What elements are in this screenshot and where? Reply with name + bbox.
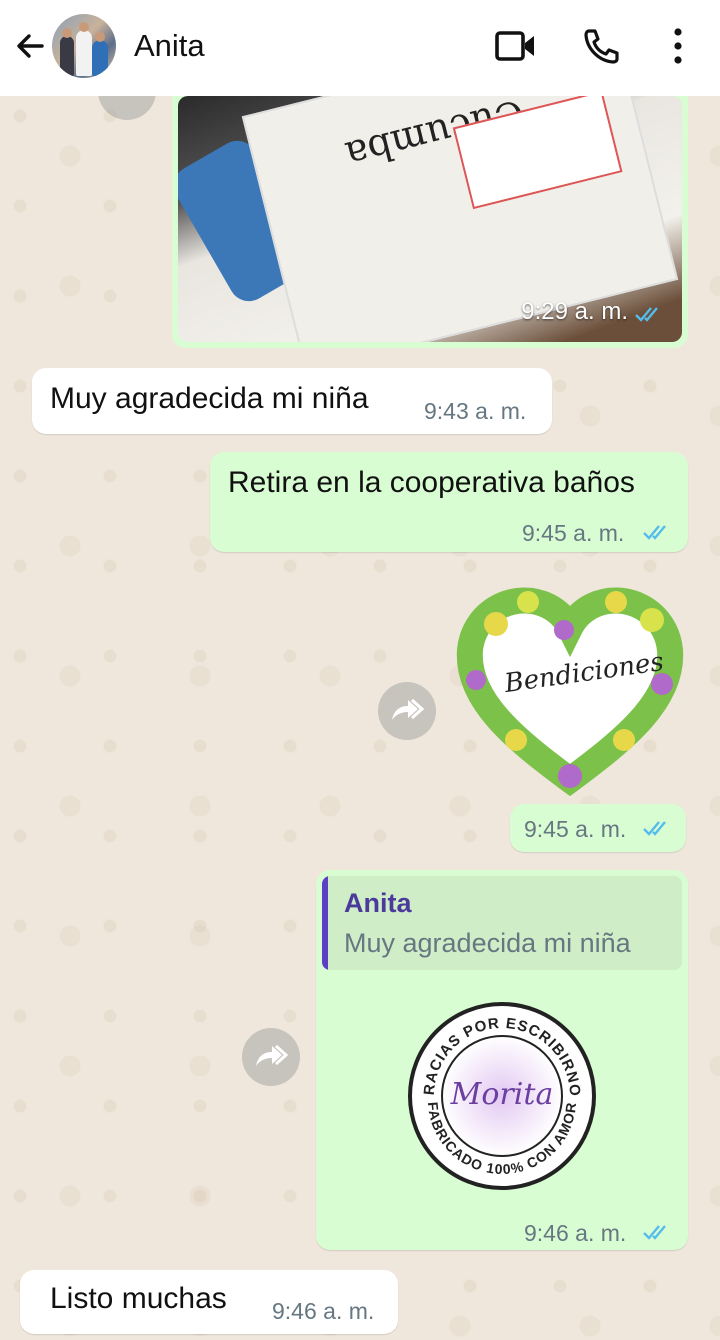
sticker-time-badge: 9:45 a. m. <box>510 804 686 852</box>
reply-accent-bar <box>322 876 328 970</box>
phone-icon[interactable] <box>580 26 624 66</box>
message-text: Retira en la cooperativa baños <box>228 466 635 499</box>
reply-author: Anita <box>344 888 412 918</box>
message-text: Muy agradecida mi niña <box>50 382 369 415</box>
more-vertical-icon[interactable] <box>656 26 700 66</box>
arrow-left-icon[interactable] <box>12 28 48 64</box>
video-call-icon[interactable] <box>494 26 538 66</box>
message-time: 9:46 a. m. <box>524 1220 627 1246</box>
read-ticks-icon <box>642 522 672 542</box>
message-text: Listo muchas <box>50 1282 227 1315</box>
image-message[interactable]: Cucumba 9:29 a. m. <box>172 80 688 348</box>
quoted-reply[interactable]: Anita Muy agradecida mi niña <box>322 876 682 970</box>
incoming-message[interactable]: Muy agradecida mi niña 9:43 a. m. <box>32 368 552 434</box>
message-time: 9:45 a. m. <box>524 816 627 842</box>
bendiciones-sticker[interactable]: Bendiciones <box>456 580 684 802</box>
reply-quoted-text: Muy agradecida mi niña <box>344 928 631 958</box>
contact-name[interactable]: Anita <box>134 28 205 64</box>
gracias-sticker[interactable]: GRACIAS POR ESCRIBIRNOS FABRICADO 100% C… <box>400 987 598 1192</box>
outgoing-message[interactable]: Retira en la cooperativa baños 9:45 a. m… <box>210 452 688 552</box>
incoming-message[interactable]: Listo muchas 9:46 a. m. <box>20 1270 398 1334</box>
read-ticks-icon <box>642 1222 672 1242</box>
avatar[interactable] <box>52 14 116 78</box>
chat-header: Anita <box>0 0 720 96</box>
forward-button[interactable] <box>242 1028 300 1086</box>
message-time: 9:43 a. m. <box>424 398 527 424</box>
photo-package[interactable]: Cucumba 9:29 a. m. <box>178 96 682 342</box>
stamp-center-text: Morita <box>450 1077 554 1112</box>
message-time: 9:46 a. m. <box>272 1298 375 1324</box>
forward-button[interactable] <box>378 682 436 740</box>
read-ticks-icon <box>642 818 672 838</box>
read-ticks-icon <box>634 304 664 324</box>
message-time: 9:29 a. m. <box>521 298 628 325</box>
message-time: 9:45 a. m. <box>522 520 625 546</box>
